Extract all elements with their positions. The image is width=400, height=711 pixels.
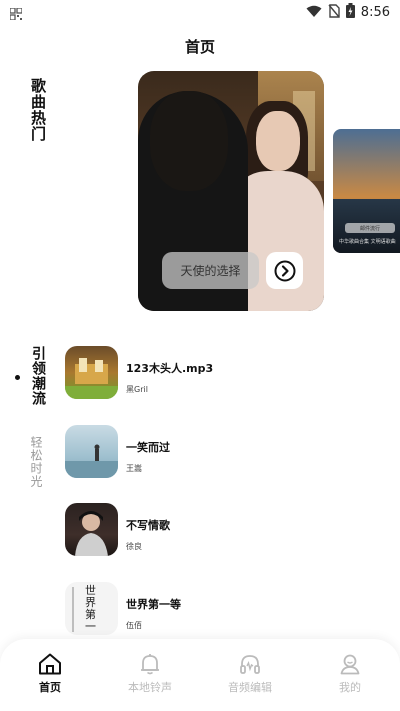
banner-song-label[interactable]: 天使的选择: [162, 252, 259, 289]
song-artist: 黑Gril: [126, 385, 148, 394]
song-cover: 世界第一: [65, 582, 118, 635]
category-tab-relax[interactable]: 轻松时光: [28, 436, 45, 488]
featured-banner[interactable]: 天使的选择: [138, 71, 324, 311]
song-artist: 徐良: [126, 542, 142, 551]
nav-audio-edit[interactable]: 音频编辑: [205, 653, 295, 695]
nav-profile[interactable]: 我的: [305, 653, 395, 695]
song-cover: [65, 346, 118, 399]
next-banner-pill: 邮件流行: [345, 223, 395, 233]
song-item[interactable]: 不写情歌 徐良: [65, 503, 395, 557]
nav-audio-edit-label: 音频编辑: [228, 681, 272, 694]
category-tab-trend[interactable]: 引领潮流: [28, 346, 48, 406]
song-title: 123木头人.mp3: [126, 362, 214, 375]
page-title: 首页: [184, 38, 215, 56]
cover-char: 第: [85, 607, 96, 621]
next-banner-caption: 中华歌曲合集 文明语歌曲: [339, 239, 396, 245]
notification-icon: [9, 5, 23, 24]
song-item[interactable]: 一笑而过 王嵩: [65, 425, 395, 479]
profile-icon: [340, 654, 360, 675]
song-cover: [65, 503, 118, 556]
nav-ringtones[interactable]: 本地铃声: [105, 653, 195, 695]
wifi-icon: [306, 3, 322, 22]
song-title: 一笑而过: [126, 441, 170, 454]
cover-char: 一: [85, 620, 96, 633]
song-cover: [65, 425, 118, 478]
song-item[interactable]: 123木头人.mp3 黑Gril: [65, 346, 395, 400]
nav-home-label: 首页: [39, 681, 61, 694]
active-category-indicator: [15, 375, 20, 380]
clock: 8:56: [360, 5, 390, 20]
status-bar: 8:56: [0, 0, 400, 24]
song-artist: 王嵩: [126, 464, 142, 473]
play-circle-icon: [274, 260, 295, 281]
headphones-icon: [240, 655, 260, 674]
nav-ringtones-label: 本地铃声: [128, 681, 172, 694]
song-title: 世界第一等: [126, 598, 181, 611]
song-artist: 伍佰: [126, 621, 142, 630]
home-icon: [39, 653, 61, 675]
hot-section-label: 歌曲热门: [29, 78, 47, 142]
nav-home[interactable]: 首页: [5, 653, 95, 695]
bottom-navigation: 首页 本地铃声 音频编辑 我的: [0, 639, 400, 711]
nav-profile-label: 我的: [339, 681, 361, 694]
song-item[interactable]: 世界第一 世界第一等 伍佰: [65, 582, 395, 636]
next-banner-card[interactable]: 邮件流行 中华歌曲合集 文明语歌曲: [333, 129, 400, 253]
play-button[interactable]: [266, 252, 303, 289]
bell-icon: [141, 654, 159, 675]
no-sim-icon: [328, 3, 340, 22]
battery-icon: [345, 3, 355, 22]
song-title: 不写情歌: [126, 519, 170, 532]
